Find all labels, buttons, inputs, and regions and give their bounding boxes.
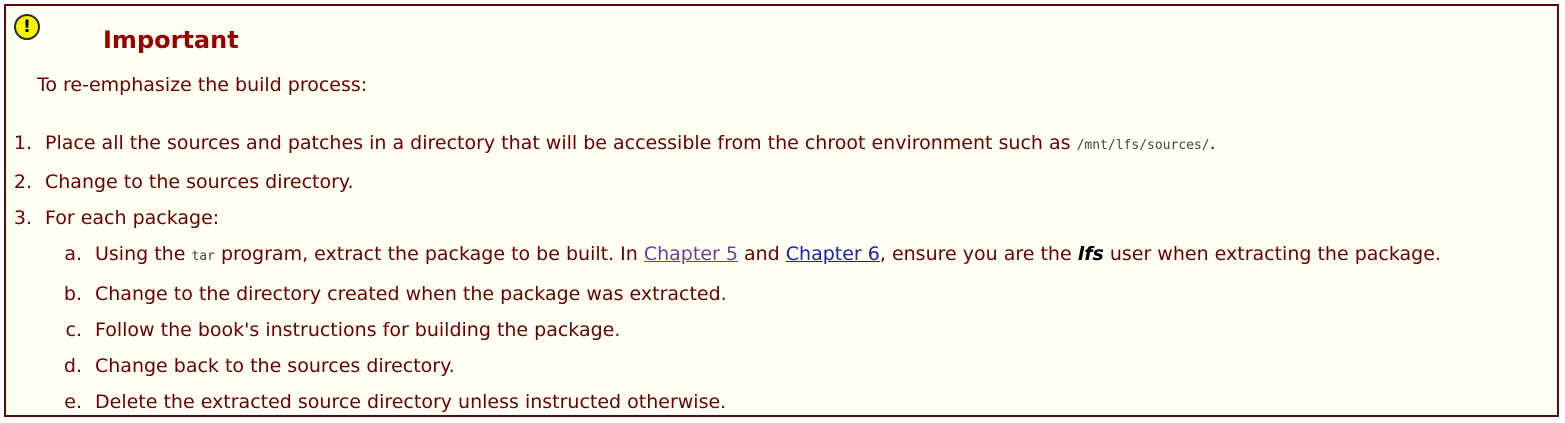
- substep-marker: a.: [64, 243, 82, 265]
- chapter-5-link[interactable]: Chapter 5: [644, 243, 738, 265]
- substep-text: Change back to the sources directory.: [95, 355, 455, 377]
- list-item-substep-e: e. Delete the extracted source directory …: [35, 391, 726, 413]
- warning-exclamation-icon: !: [14, 14, 40, 40]
- step-text: For each package:: [45, 207, 220, 229]
- substep-marker: b.: [63, 283, 82, 305]
- sources-path-code: /mnt/lfs/sources/: [1076, 138, 1210, 153]
- substep-text: Delete the extracted source directory un…: [95, 391, 727, 413]
- substep-text: program, extract the package to be built…: [214, 243, 644, 265]
- admonition-title: Important: [103, 26, 239, 54]
- substep-text: , ensure you are the: [879, 243, 1078, 265]
- step-text: Change to the sources directory.: [45, 171, 354, 193]
- step-marker: 3.: [13, 207, 32, 229]
- list-item-substep-c: c. Follow the book's instructions for bui…: [35, 319, 621, 341]
- intro-text: To re-emphasize the build process:: [37, 74, 368, 96]
- step-marker: 2.: [13, 171, 32, 193]
- list-item-substep-b: b. Change to the directory created when t…: [35, 283, 727, 305]
- list-item-step-1: 1. Place all the sources and patches in a…: [0, 132, 1216, 154]
- substep-marker: d.: [63, 355, 82, 377]
- tar-code: tar: [191, 249, 215, 264]
- important-admonition: ! Important To re-emphasize the build pr…: [4, 4, 1559, 417]
- list-item-substep-a: a. Using the tar program, extract the pac…: [35, 243, 1441, 265]
- list-item-step-2: 2. Change to the sources directory.: [0, 171, 354, 193]
- substep-text: Change to the directory created when the…: [95, 283, 727, 305]
- list-item-substep-d: d. Change back to the sources directory.: [35, 355, 455, 377]
- substep-text: user when extracting the package.: [1103, 243, 1441, 265]
- step-marker: 1.: [13, 132, 32, 154]
- substep-text: Follow the book's instructions for build…: [95, 319, 621, 341]
- chapter-6-link[interactable]: Chapter 6: [786, 243, 880, 265]
- list-item-step-3: 3. For each package:: [0, 207, 219, 229]
- substep-marker: e.: [64, 391, 82, 413]
- substep-text: Using the: [95, 243, 192, 265]
- substep-marker: c.: [65, 319, 83, 341]
- lfs-user-emphasis: lfs: [1077, 243, 1104, 265]
- step-text: Place all the sources and patches in a d…: [45, 132, 1077, 154]
- substep-text: and: [737, 243, 786, 265]
- step-text-end: .: [1209, 132, 1216, 154]
